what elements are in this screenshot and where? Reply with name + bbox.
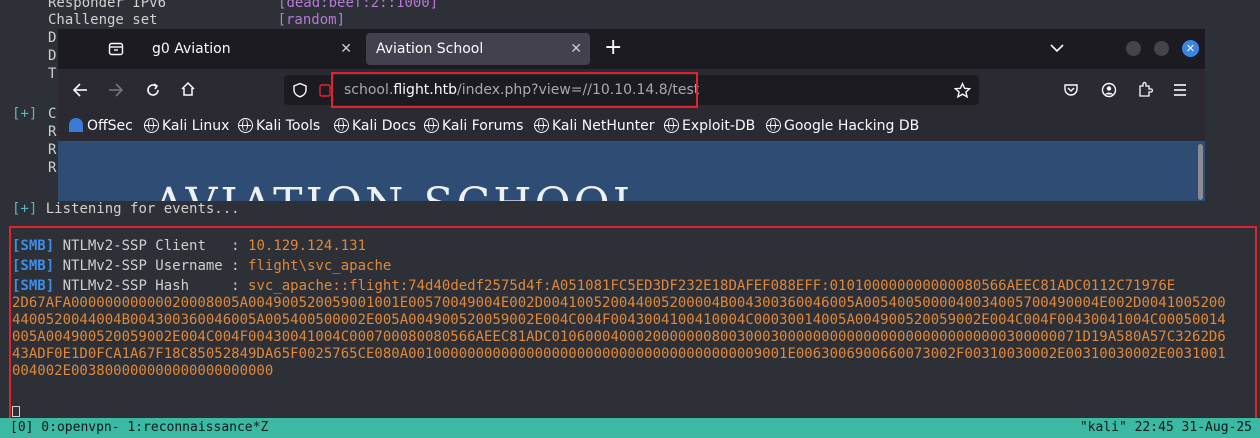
challenge-set-line: Challenge set [random] bbox=[48, 12, 346, 28]
tmux-clock: "kali" 22:45 31-Aug-25 bbox=[1079, 420, 1252, 435]
maximize-icon[interactable] bbox=[1154, 41, 1169, 56]
bookmark-offsec[interactable]: OffSec bbox=[69, 111, 133, 141]
navigation-toolbar: school.flight.htb/index.php?view=//10.10… bbox=[58, 69, 1205, 111]
bookmark-kali-docs[interactable]: Kali Docs bbox=[334, 111, 416, 141]
tmux-status-bar: [0] 0:openvpn- 1:reconnaissance*Z "kali"… bbox=[0, 418, 1260, 438]
globe-icon bbox=[664, 118, 679, 133]
globe-icon bbox=[144, 118, 159, 133]
globe-icon bbox=[534, 118, 549, 133]
home-icon[interactable] bbox=[180, 81, 196, 97]
close-tab-icon[interactable]: ✕ bbox=[570, 33, 582, 65]
globe-icon bbox=[334, 118, 349, 133]
terminal-cursor bbox=[12, 406, 20, 417]
back-icon[interactable] bbox=[72, 82, 88, 98]
page-content: AVIATION SCHOOL bbox=[58, 141, 1205, 201]
tab-bar: g0 Aviation ✕ Aviation School ✕ + ✕ bbox=[58, 29, 1205, 69]
bookmark-kali-linux[interactable]: Kali Linux bbox=[144, 111, 229, 141]
firefox-window: g0 Aviation ✕ Aviation School ✕ + ✕ scho… bbox=[58, 29, 1205, 201]
stub-line: R bbox=[48, 160, 57, 176]
offsec-icon bbox=[69, 118, 83, 132]
list-tabs-icon[interactable] bbox=[1050, 43, 1064, 53]
stub-line: T bbox=[48, 66, 57, 82]
stub-line: R bbox=[48, 142, 57, 158]
close-window-icon[interactable]: ✕ bbox=[1182, 40, 1199, 57]
menu-icon[interactable] bbox=[1172, 83, 1188, 97]
reload-icon[interactable] bbox=[145, 82, 161, 98]
bookmarks-toolbar: OffSec Kali Linux Kali Tools Kali Docs K… bbox=[58, 111, 1205, 141]
tab-label: g0 Aviation bbox=[152, 41, 231, 57]
bookmark-kali-nethunter[interactable]: Kali NetHunter bbox=[534, 111, 654, 141]
firefox-view-icon[interactable] bbox=[108, 41, 124, 57]
close-tab-icon[interactable]: ✕ bbox=[340, 33, 352, 65]
scrollbar[interactable] bbox=[1198, 144, 1203, 200]
new-tab-icon[interactable]: + bbox=[604, 35, 622, 60]
hash-highlight-box bbox=[9, 226, 1257, 426]
bookmark-google-hacking-db[interactable]: Google Hacking DB bbox=[766, 111, 919, 141]
tab-g0-aviation[interactable]: g0 Aviation ✕ bbox=[142, 33, 360, 65]
shield-icon[interactable] bbox=[292, 82, 308, 98]
listening-line: [+] Listening for events... bbox=[12, 201, 240, 217]
globe-icon bbox=[238, 118, 253, 133]
tab-aviation-school[interactable]: Aviation School ✕ bbox=[366, 33, 590, 65]
plus-prefix: [+] bbox=[12, 106, 38, 122]
extensions-icon[interactable] bbox=[1137, 81, 1153, 98]
stub-line: D bbox=[48, 48, 57, 64]
account-icon[interactable] bbox=[1101, 82, 1117, 98]
tmux-windows[interactable]: [0] 0:openvpn- 1:reconnaissance*Z bbox=[10, 418, 268, 437]
stub-line: C bbox=[48, 106, 57, 122]
tab-label: Aviation School bbox=[376, 41, 484, 57]
globe-icon bbox=[424, 118, 439, 133]
globe-icon bbox=[766, 118, 781, 133]
bookmark-kali-tools[interactable]: Kali Tools bbox=[238, 111, 320, 141]
stub-line: R bbox=[48, 124, 57, 140]
url-highlight-box bbox=[331, 72, 698, 108]
minimize-icon[interactable] bbox=[1126, 41, 1141, 56]
bookmark-exploit-db[interactable]: Exploit-DB bbox=[664, 111, 755, 141]
pocket-icon[interactable] bbox=[1063, 82, 1079, 98]
bookmark-star-icon[interactable] bbox=[954, 82, 971, 99]
site-title: AVIATION SCHOOL bbox=[153, 179, 645, 201]
bookmark-kali-forums[interactable]: Kali Forums bbox=[424, 111, 523, 141]
stub-line: D bbox=[48, 30, 57, 46]
forward-icon[interactable] bbox=[108, 82, 124, 98]
